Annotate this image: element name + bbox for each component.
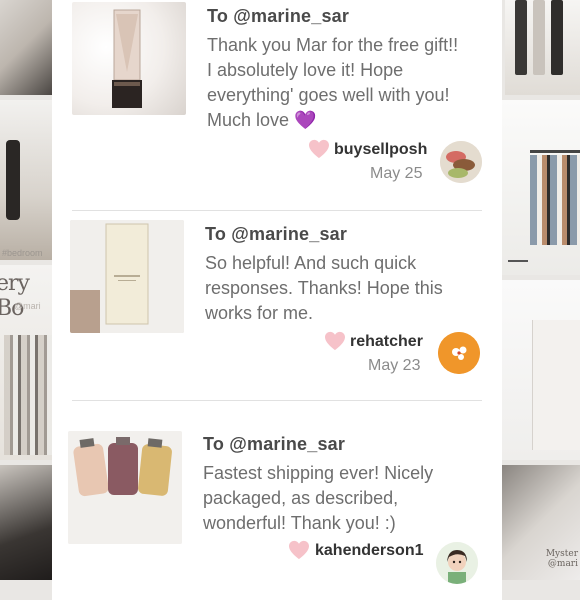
macaron-avatar-icon (440, 141, 482, 183)
bg-tile-rack (502, 100, 580, 275)
bg-tile-jacket (0, 465, 55, 580)
bg-tile-mystery: Myster @mari (502, 465, 580, 580)
message-line: packaged, as described, (203, 488, 399, 508)
heart-icon[interactable] (308, 139, 330, 159)
product-thumbnail[interactable] (68, 431, 182, 544)
bg-rail (530, 150, 580, 153)
perfume-bottle-photo-icon (112, 9, 142, 108)
bg-tile-hangers (505, 0, 580, 95)
heart-icon[interactable] (324, 331, 346, 351)
bg-tile-top-left (0, 0, 60, 95)
girl-avatar-icon (436, 542, 478, 584)
bg-sweater-arm (532, 320, 580, 450)
review-recipient: To @marine_sar (207, 6, 350, 26)
reviewer-username[interactable]: kahenderson1 (315, 542, 423, 560)
bg-bedroom-tag: #bedroom (2, 248, 43, 258)
review-recipient: To @marine_sar (203, 434, 346, 454)
bg-closet-title: ery Bo (0, 271, 30, 321)
reviews-panel: To @marine_sar Thank you Mar for the fre… (52, 0, 502, 600)
bg-hanging-shirt (533, 0, 545, 75)
hand-sanitizer-photo-icon (68, 431, 182, 544)
review-recipient: To @marine_sar (205, 224, 348, 244)
reviewer-avatar[interactable] (436, 542, 478, 584)
review-message: Fastest shipping ever! Nicely packaged, … (203, 461, 493, 536)
lotion-box-photo-icon (70, 220, 184, 333)
message-line: I absolutely love it! Hope (207, 60, 404, 80)
product-thumbnail[interactable] (72, 2, 186, 115)
review-date: May 23 (368, 357, 421, 374)
bg-hanging-coat (515, 0, 527, 75)
bg-tile-bedroom: #bedroom (0, 100, 55, 260)
message-line: Much love 💜 (207, 110, 317, 130)
bg-tile-closet: ery Bo @mari (0, 265, 55, 460)
reviewer-username[interactable]: rehatcher (350, 333, 423, 351)
message-line: responses. Thanks! Hope this (205, 278, 443, 298)
review-divider (72, 400, 482, 401)
product-thumbnail[interactable] (70, 220, 184, 333)
review-message: So helpful! And such quick responses. Th… (205, 251, 495, 326)
reviewer-avatar[interactable] (440, 141, 482, 183)
bg-shelf (508, 260, 528, 262)
bg-coat (6, 140, 20, 220)
message-line: So helpful! And such quick (205, 253, 417, 273)
review-date: May 25 (370, 165, 423, 182)
bg-rack-clothes (530, 155, 580, 245)
orange-avatar-icon (438, 332, 480, 374)
reviewer-avatar[interactable] (438, 332, 480, 374)
message-line: Fastest shipping ever! Nicely (203, 463, 434, 483)
bg-tile-sweater (502, 280, 580, 460)
reviewer-username[interactable]: buysellposh (334, 141, 427, 159)
message-line: works for me. (205, 303, 314, 323)
bg-closet-handle: @mari (14, 301, 41, 311)
review-divider (72, 210, 482, 211)
bg-hanging-jacket (551, 0, 563, 75)
message-line: wonderful! Thank you! :) (203, 513, 396, 533)
message-line: Thank you Mar for the free gift!! (207, 35, 459, 55)
bg-mystery-caption: Myster @mari (545, 549, 578, 570)
review-message: Thank you Mar for the free gift!! I abso… (207, 33, 497, 133)
heart-icon[interactable] (288, 540, 310, 560)
bg-clothes-rack (4, 335, 52, 455)
message-line: everything' goes well with you! (207, 85, 450, 105)
